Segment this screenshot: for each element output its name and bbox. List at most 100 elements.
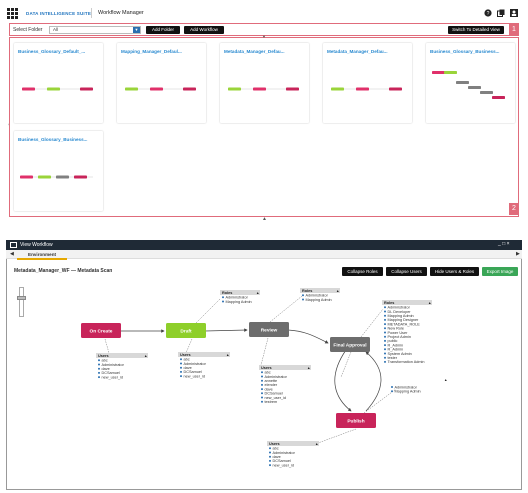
- export-image-button[interactable]: Export Image: [482, 267, 518, 276]
- select-folder-label: Select Folder: [13, 27, 43, 33]
- preview-stage: [253, 87, 266, 91]
- preview-stage: [492, 96, 505, 99]
- preview-stage: [228, 87, 241, 91]
- workflow-preview: [22, 87, 93, 91]
- workflow-connector: [287, 329, 329, 344]
- preview-stage: [432, 71, 445, 74]
- workflow-preview: [432, 71, 505, 99]
- workflow-diagram: On Create Draft Review Final Approval Publis…: [81, 288, 447, 467]
- preview-stage: [183, 87, 196, 91]
- active-tab-indicator: [17, 258, 67, 260]
- bullet: [222, 300, 224, 303]
- preview-stage: [150, 87, 163, 91]
- assignment-link: [104, 338, 110, 354]
- collapse-icon: ▲: [256, 291, 259, 295]
- copy-icon[interactable]: [497, 9, 505, 17]
- add-workflow-button[interactable]: Add Workflow: [184, 25, 224, 34]
- collapse-icon: ▲: [428, 301, 431, 305]
- panel-item: Mapping Admin: [226, 300, 252, 304]
- assignment-link: [185, 338, 193, 354]
- panel-item: new_user_id: [184, 374, 206, 378]
- add-folder-button[interactable]: Add Folder: [146, 25, 180, 34]
- workflow-card[interactable]: Business_Glossary_Business...: [426, 43, 515, 123]
- drag-handle-icon[interactable]: ▼: [262, 34, 266, 39]
- bullet: [384, 356, 386, 359]
- bullet: [180, 370, 182, 373]
- workflow-node-on-create[interactable]: On Create: [81, 323, 121, 338]
- preview-stage: [38, 175, 51, 179]
- workflow-node-draft[interactable]: Draft: [166, 323, 206, 338]
- hide-users-roles-button[interactable]: Hide Users & Roles: [430, 267, 479, 276]
- bullet: [261, 379, 263, 382]
- collapse-icon: ▲: [444, 378, 447, 382]
- bullet: [302, 298, 304, 301]
- preview-stage: [468, 86, 481, 89]
- dialog-title: View Workflow: [20, 242, 53, 248]
- scroll-left-icon[interactable]: ‹: [8, 122, 10, 128]
- chevron-left-icon[interactable]: ◀: [10, 251, 14, 257]
- preview-stage: [56, 175, 69, 179]
- bullet: [384, 323, 386, 326]
- callout-badge: 2: [509, 203, 519, 215]
- workflow-node-final-approval[interactable]: Final Approval: [330, 337, 370, 352]
- workflow-preview: [125, 87, 196, 91]
- collapse-icon: ▲: [144, 354, 147, 358]
- tab-environment[interactable]: Environment: [28, 252, 56, 257]
- users-panel-review: Users ▲abcAdministratorannetteelenderdave…: [259, 365, 311, 404]
- assignment-link: [195, 298, 221, 324]
- workflow-connector: [204, 328, 248, 332]
- node-label: On Create: [90, 329, 113, 335]
- help-icon[interactable]: ?: [484, 9, 492, 17]
- app-title: Workflow Manager: [98, 10, 144, 16]
- bullet: [384, 331, 386, 334]
- preview-stage: [444, 71, 457, 74]
- workflow-card[interactable]: Metadata_Manager_Defau...: [220, 43, 309, 123]
- workflow-node-publish[interactable]: Publish: [336, 413, 376, 428]
- bullet: [384, 314, 386, 317]
- user-icon[interactable]: [510, 9, 518, 17]
- workflow-card[interactable]: Business_Glossary_Default_...: [14, 43, 103, 123]
- preview-stage: [356, 87, 369, 91]
- bullet: [384, 310, 386, 313]
- assignment-link: [260, 337, 269, 366]
- roles-panel-review: Roles ▲AdministratorMapping Admin: [300, 288, 340, 302]
- drag-handle-icon[interactable]: ▲: [262, 216, 267, 222]
- folder-select[interactable]: All ▼: [49, 25, 141, 34]
- chevron-right-icon[interactable]: ▶: [516, 251, 520, 257]
- collapse-roles-button[interactable]: Collapse Roles: [342, 267, 383, 276]
- preview-stage: [74, 175, 87, 179]
- bullet: [261, 371, 263, 374]
- collapse-icon: ▲: [307, 366, 310, 370]
- bullet: [384, 344, 386, 347]
- collapse-icon: ▲: [336, 289, 339, 293]
- bullet: [384, 360, 386, 363]
- assignment-link: [360, 308, 384, 338]
- workflow-node-review[interactable]: Review: [249, 322, 289, 337]
- preview-stage: [456, 81, 469, 84]
- bullet: [269, 464, 271, 467]
- workflow-card[interactable]: Metadata_Manager_Defau...: [323, 43, 412, 123]
- bullet: [261, 383, 263, 386]
- node-label: Publish: [347, 419, 364, 425]
- svg-text:?: ?: [487, 11, 490, 17]
- window-controls[interactable]: _ □ ×: [498, 241, 510, 247]
- assignment-link: [269, 295, 303, 323]
- bullet: [261, 375, 263, 378]
- panel-item: new_user_id: [273, 463, 295, 467]
- preview-stage: [286, 87, 299, 91]
- bullet: [269, 455, 271, 458]
- apps-grid-icon[interactable]: [7, 8, 18, 19]
- bullet: [98, 359, 100, 362]
- workflow-card[interactable]: Mapping_Manager_Defaul...: [117, 43, 206, 123]
- workflow-card[interactable]: Business_Glossary_Business...: [14, 131, 103, 211]
- workflow-preview: [20, 175, 93, 179]
- collapse-users-button[interactable]: Collapse Users: [386, 267, 427, 276]
- bullet: [384, 348, 386, 351]
- bullet: [222, 296, 224, 299]
- chevron-down-icon[interactable]: ▼: [133, 26, 140, 33]
- bullet: [98, 376, 100, 379]
- roles-panel-final-approval: Roles ▲AdministratorDL DeveloperMapping A…: [382, 300, 432, 364]
- bullet: [261, 396, 263, 399]
- switch-view-button[interactable]: Switch To Detailed View: [448, 25, 504, 34]
- bullet: [269, 447, 271, 450]
